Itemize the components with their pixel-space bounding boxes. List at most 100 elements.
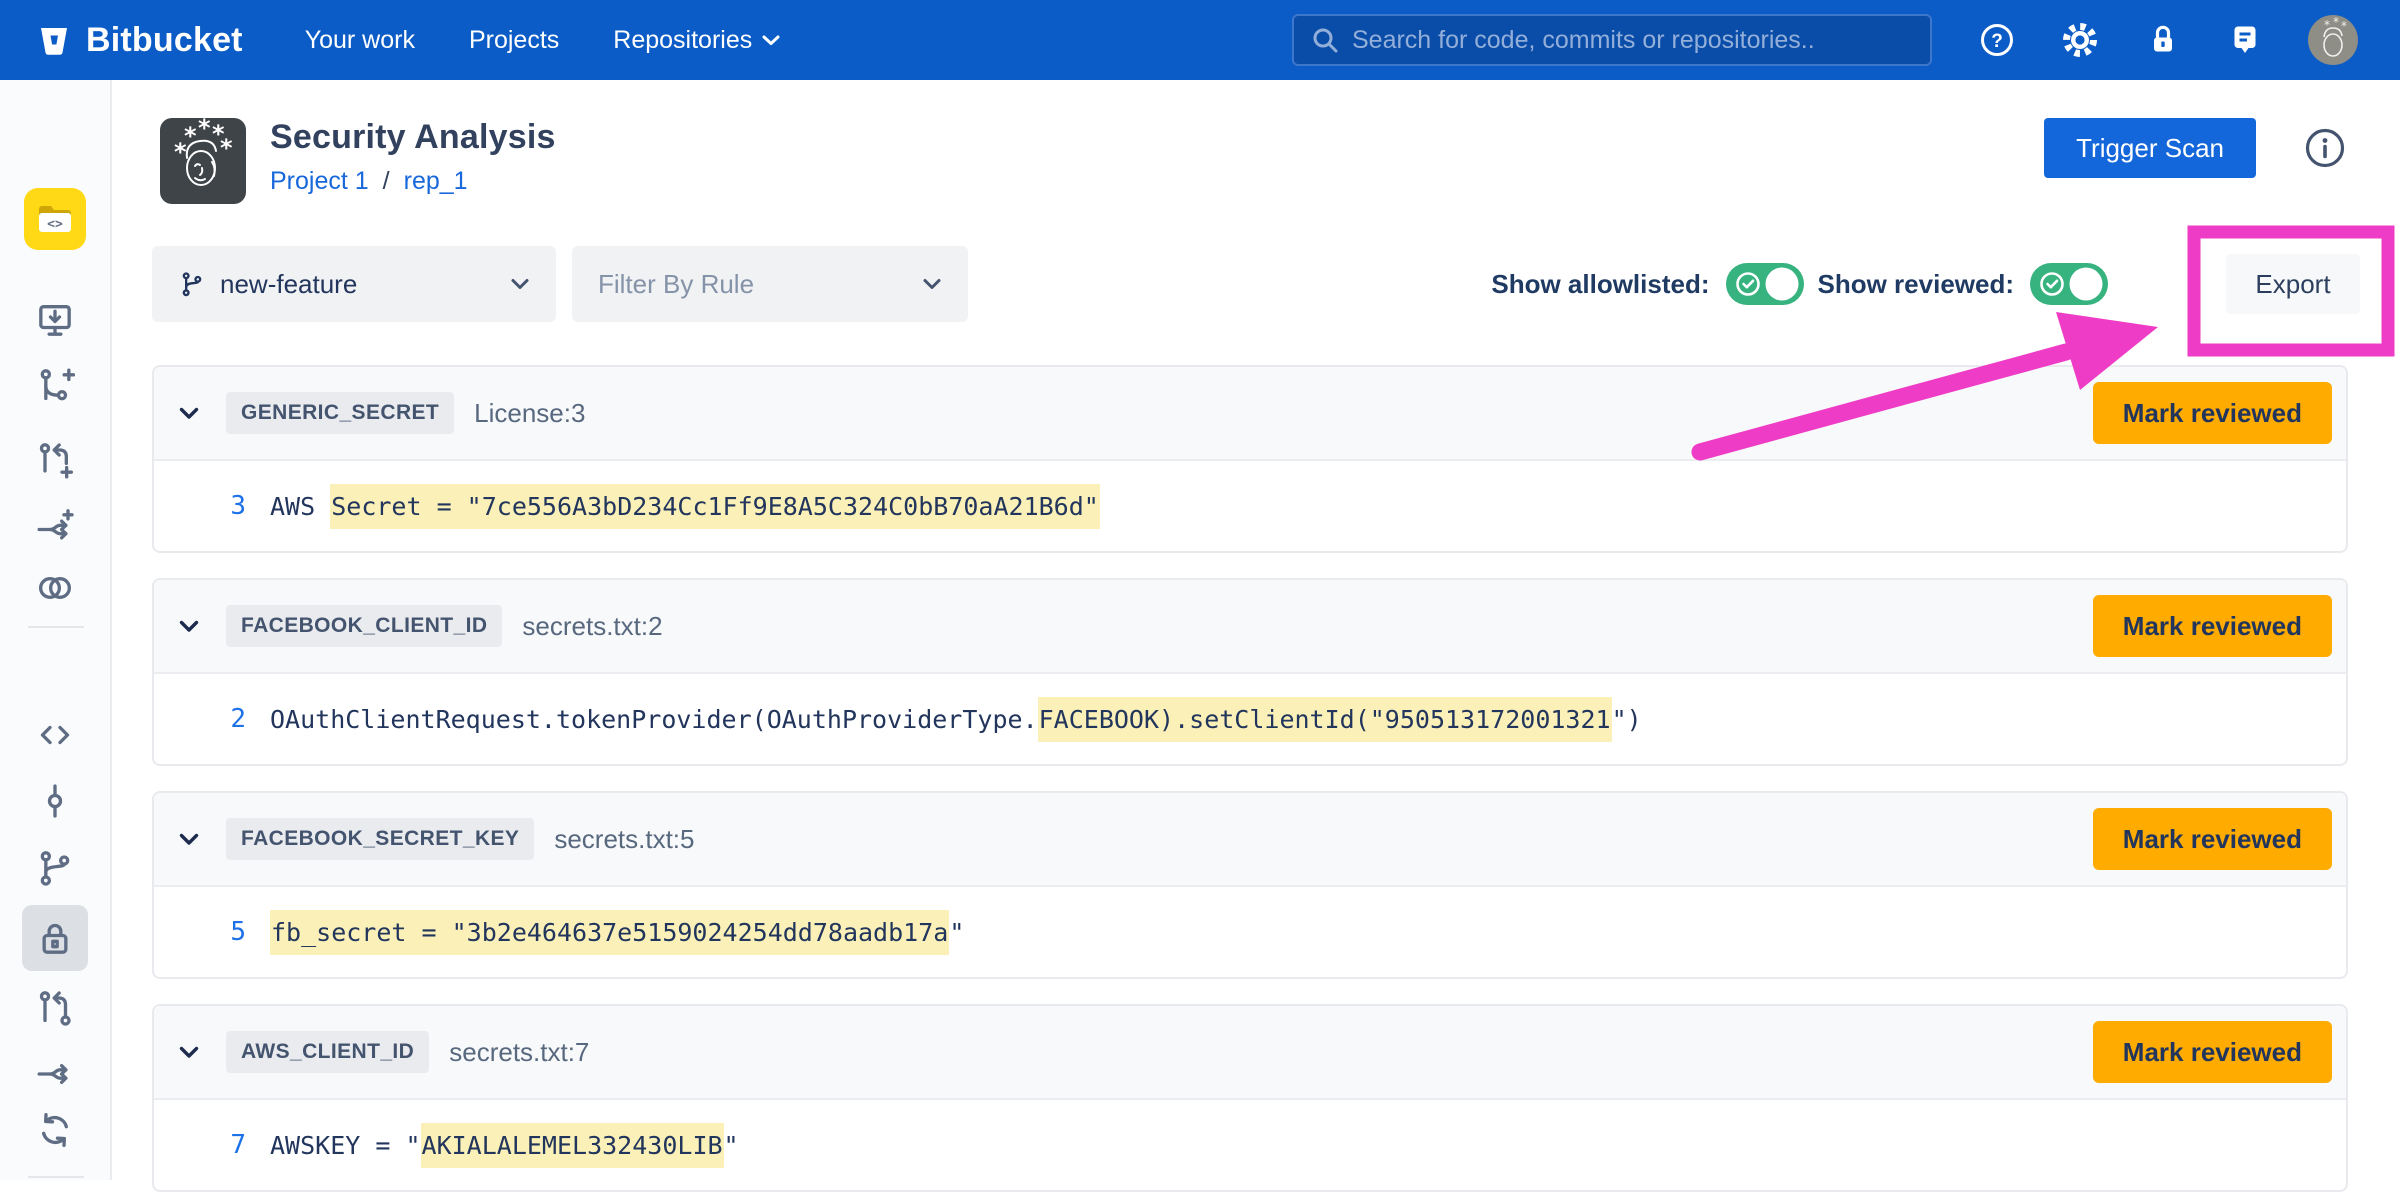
feedback-icon[interactable] [2226,21,2264,59]
nav-link-repositories[interactable]: Repositories [613,26,780,55]
top-navigation: Bitbucket Your work Projects Repositorie… [0,0,2400,80]
rule-badge: FACEBOOK_CLIENT_ID [226,605,502,647]
findings-list: GENERIC_SECRET License:3 Mark reviewed 3… [152,365,2348,1192]
collapse-chevron-icon[interactable] [178,619,200,634]
bitbucket-bucket-icon [36,22,72,58]
info-icon[interactable] [2302,125,2348,171]
clone-icon[interactable] [35,300,75,340]
settings-icon[interactable] [2060,20,2100,60]
page-header: ***** Security Analysis Project 1 / rep_… [152,118,2348,204]
finding-card: GENERIC_SECRET License:3 Mark reviewed 3… [152,365,2348,553]
code-text: AWSKEY = "AKIALALEMEL332430LIB" [270,1131,739,1160]
collapse-chevron-icon[interactable] [178,832,200,847]
finding-location: License:3 [474,398,585,429]
nav-link-your-work[interactable]: Your work [305,26,415,55]
breadcrumb: Project 1 / rep_1 [270,167,556,196]
svg-text:*: * [2341,19,2347,33]
rule-badge: FACEBOOK_SECRET_KEY [226,818,534,860]
secret-highlight: fb_secret = "3b2e464637e5159024254dd78aa… [270,910,949,955]
line-number: 5 [210,917,246,947]
show-reviewed-toggle[interactable] [2030,263,2108,305]
search-input[interactable] [1352,26,1914,55]
finding-location: secrets.txt:5 [554,824,694,855]
rule-filter-dropdown[interactable]: Filter By Rule [572,246,968,322]
chevron-down-icon [510,277,530,291]
pull-requests-icon[interactable] [35,988,75,1028]
branches-icon[interactable] [35,848,75,888]
chevron-down-icon [922,277,942,291]
lock-icon[interactable] [2144,21,2182,59]
code-text: OAuthClientRequest.tokenProvider(OAuthPr… [270,705,1642,734]
brand-name: Bitbucket [86,21,243,60]
show-reviewed-label: Show reviewed: [1818,269,2015,300]
source-icon[interactable] [35,715,75,755]
compare-icon[interactable] [35,568,75,608]
breadcrumb-project-link[interactable]: Project 1 [270,167,369,196]
chevron-down-icon [762,34,780,46]
create-fork-icon[interactable] [35,507,75,547]
svg-text:*: * [2324,18,2330,32]
mark-reviewed-button[interactable]: Mark reviewed [2093,382,2332,444]
collapse-chevron-icon[interactable] [178,1045,200,1060]
finding-card: FACEBOOK_SECRET_KEY secrets.txt:5 Mark r… [152,791,2348,979]
show-allowlisted-label: Show allowlisted: [1491,269,1709,300]
code-line: 5 fb_secret = "3b2e464637e5159024254dd78… [154,887,2346,977]
sidebar-divider [28,626,84,628]
code-line: 3 AWS Secret = "7ce556A3bD234Cc1Ff9E8A5C… [154,461,2346,551]
help-icon[interactable]: ? [1978,21,2016,59]
sidebar-divider [28,1176,84,1178]
code-line: 2 OAuthClientRequest.tokenProvider(OAuth… [154,674,2346,764]
repository-sidebar: <> [0,80,112,1180]
forks-icon[interactable] [35,1054,75,1094]
security-icon[interactable] [22,905,88,971]
bitbucket-logo[interactable]: Bitbucket [36,21,243,60]
active-item-highlight [22,905,88,971]
show-allowlisted-toggle[interactable] [1726,263,1804,305]
finding-header: FACEBOOK_SECRET_KEY secrets.txt:5 Mark r… [154,793,2346,887]
code-text: AWS Secret = "7ce556A3bD234Cc1Ff9E8A5C32… [270,492,1100,521]
code-line: 7 AWSKEY = "AKIALALEMEL332430LIB" [154,1100,2346,1190]
branch-selector-dropdown[interactable]: new-feature [152,246,556,322]
create-branch-icon[interactable] [35,366,75,406]
nav-link-projects[interactable]: Projects [469,26,559,55]
mark-reviewed-button[interactable]: Mark reviewed [2093,595,2332,657]
finding-header: AWS_CLIENT_ID secrets.txt:7 Mark reviewe… [154,1006,2346,1100]
search-box[interactable] [1292,14,1932,66]
secret-highlight: Secret = "7ce556A3bD234Cc1Ff9E8A5C324C0b… [330,484,1100,529]
breadcrumb-repo-link[interactable]: rep_1 [404,167,468,196]
page-title: Security Analysis [270,118,556,157]
svg-text:<>: <> [47,217,63,232]
line-number: 7 [210,1130,246,1160]
repo-avatar[interactable]: <> [24,188,86,250]
branch-icon [178,270,206,298]
mark-reviewed-button[interactable]: Mark reviewed [2093,808,2332,870]
svg-text:*: * [198,118,211,142]
trigger-scan-button[interactable]: Trigger Scan [2044,118,2256,178]
search-icon [1310,25,1340,55]
finding-location: secrets.txt:2 [522,611,662,642]
export-button[interactable]: Export [2226,254,2360,314]
svg-text:*: * [220,134,233,162]
finding-header: FACEBOOK_CLIENT_ID secrets.txt:2 Mark re… [154,580,2346,674]
finding-card: FACEBOOK_CLIENT_ID secrets.txt:2 Mark re… [152,578,2348,766]
secret-highlight: AKIALALEMEL332430LIB [421,1123,724,1168]
mark-reviewed-button[interactable]: Mark reviewed [2093,1021,2332,1083]
svg-text:?: ? [1991,31,2003,52]
nav-links: Your work Projects Repositories [305,26,781,55]
finding-location: secrets.txt:7 [449,1037,589,1068]
commits-icon[interactable] [35,781,75,821]
create-pull-request-icon[interactable] [35,440,75,480]
collapse-chevron-icon[interactable] [178,406,200,421]
secret-highlight: FACEBOOK).setClientId("950513172001321 [1038,697,1612,742]
breadcrumb-separator: / [383,167,390,196]
finding-header: GENERIC_SECRET License:3 Mark reviewed [154,367,2346,461]
rule-badge: GENERIC_SECRET [226,392,454,434]
line-number: 3 [210,491,246,521]
filters-toolbar: new-feature Filter By Rule Show allowlis… [152,246,2348,322]
user-avatar[interactable]: *** [2308,15,2358,65]
finding-card: AWS_CLIENT_ID secrets.txt:7 Mark reviewe… [152,1004,2348,1192]
svg-text:*: * [174,138,187,166]
code-text: fb_secret = "3b2e464637e5159024254dd78aa… [270,918,964,947]
line-number: 2 [210,704,246,734]
builds-icon[interactable] [35,1110,75,1150]
